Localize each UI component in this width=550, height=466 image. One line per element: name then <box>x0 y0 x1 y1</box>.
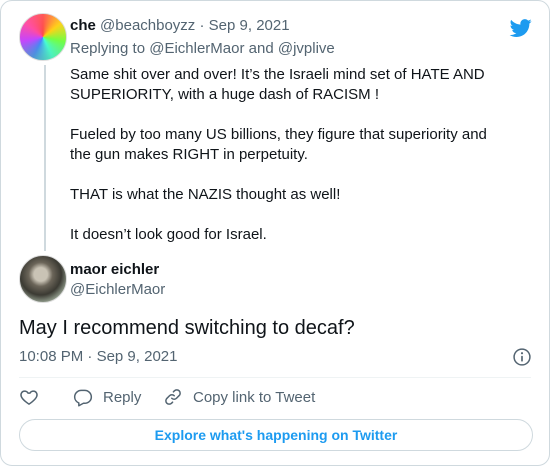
copy-link-button[interactable]: Copy link to Tweet <box>163 387 315 407</box>
tweet-timestamp[interactable]: 10:08 PM · Sep 9, 2021 <box>19 348 177 365</box>
user-handle[interactable]: @beachboyzz <box>100 17 195 34</box>
tweet-date[interactable]: Sep 9, 2021 <box>209 17 290 34</box>
separator: · <box>87 348 93 365</box>
explore-twitter-button[interactable]: Explore what's happening on Twitter <box>19 419 533 451</box>
replying-to: Replying to @EichlerMaor and @jvplive <box>70 40 335 57</box>
tweet-date[interactable]: Sep 9, 2021 <box>97 348 178 365</box>
reply-label: Reply <box>103 388 142 406</box>
tweet-paragraph: THAT is what the NAZIS thought as well! <box>70 186 341 203</box>
tweet-time[interactable]: 10:08 PM <box>19 348 83 365</box>
twitter-bird-icon[interactable] <box>509 17 533 39</box>
avatar[interactable] <box>19 13 67 61</box>
tweet-embed-card: che @beachboyzz · Sep 9, 2021 Replying t… <box>0 0 550 466</box>
parent-tweet-text: Same shit over and over! It’s the Israel… <box>70 65 510 265</box>
like-button[interactable] <box>19 387 49 407</box>
mention-link[interactable]: @EichlerMaor <box>149 40 244 57</box>
reply-button[interactable]: Reply <box>73 387 141 407</box>
mention-link[interactable]: @jvplive <box>278 40 335 57</box>
tweet-paragraph: Fueled by too many US billions, they fig… <box>70 126 487 163</box>
heart-icon <box>20 390 38 405</box>
speech-bubble-icon <box>73 389 93 407</box>
info-icon[interactable] <box>512 347 532 367</box>
user-handle[interactable]: @EichlerMaor <box>70 281 165 298</box>
copy-link-label: Copy link to Tweet <box>193 388 316 406</box>
display-name[interactable]: che <box>70 17 96 34</box>
separator: · <box>199 17 205 34</box>
thread-line <box>44 65 46 251</box>
tweet-text: May I recommend switching to decaf? <box>19 317 355 339</box>
replying-prefix: Replying to <box>70 40 146 57</box>
divider <box>19 377 531 378</box>
avatar[interactable] <box>19 255 67 303</box>
parent-tweet-header: che @beachboyzz · Sep 9, 2021 <box>70 17 290 34</box>
tweet-paragraph: It doesn’t look good for Israel. <box>70 226 267 243</box>
link-icon <box>165 389 181 405</box>
tweet-paragraph: Same shit over and over! It’s the Israel… <box>70 66 485 103</box>
replying-and: and <box>248 40 274 57</box>
display-name[interactable]: maor eichler <box>70 261 159 278</box>
